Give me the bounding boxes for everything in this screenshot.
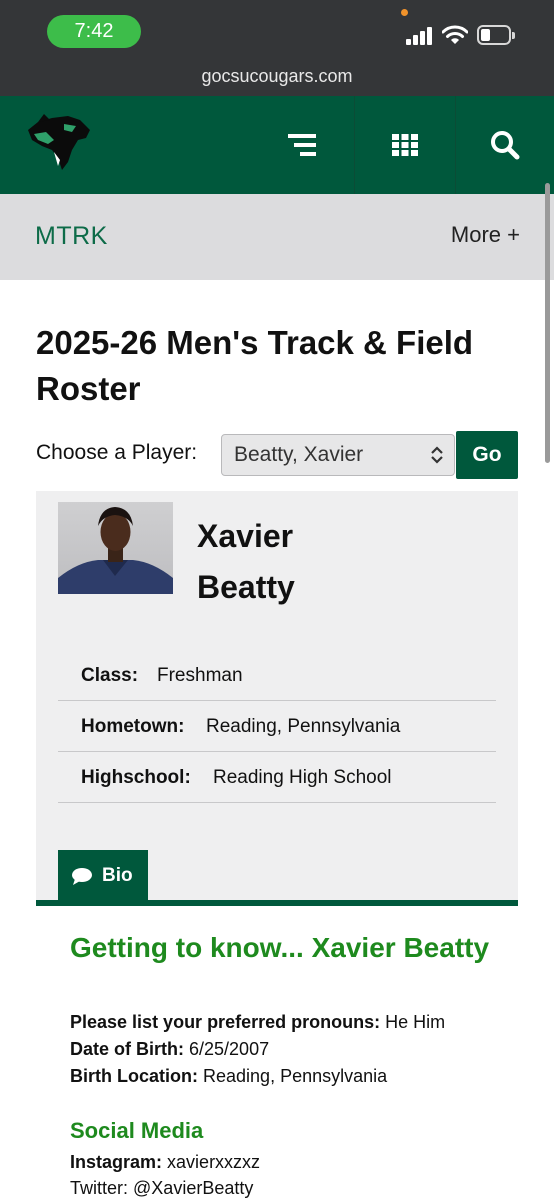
select-updown-icon <box>431 446 443 464</box>
wifi-icon <box>442 25 468 44</box>
bio-key: Date of Birth: <box>70 1039 184 1059</box>
site-header <box>0 96 554 194</box>
social-twitter: Twitter: @XavierBeatty <box>70 1178 253 1199</box>
bio-value: 6/25/2007 <box>189 1039 270 1059</box>
search-button[interactable] <box>455 96 554 194</box>
bio-line-dob: Date of Birth: 6/25/2007 <box>70 1039 269 1060</box>
attribute-label: Highschool: <box>81 767 191 788</box>
attribute-value: Freshman <box>157 665 243 686</box>
battery-icon <box>477 25 515 45</box>
sport-subnav: MTRK More + <box>0 194 554 280</box>
sport-label[interactable]: MTRK <box>35 222 108 251</box>
player-photo <box>58 502 173 594</box>
address-bar[interactable]: gocsucougars.com <box>0 60 554 96</box>
social-media-heading: Social Media <box>70 1118 204 1143</box>
bio-line-birth-location: Birth Location: Reading, Pennsylvania <box>70 1066 387 1087</box>
attribute-value: Reading High School <box>213 767 392 788</box>
status-bar: 7:42 <box>0 0 554 60</box>
player-select[interactable]: Beatty, Xavier <box>221 434 455 476</box>
bio-value: He Him <box>385 1012 446 1032</box>
bio-heading: Getting to know... Xavier Beatty <box>70 932 490 963</box>
tab-bio[interactable]: Bio <box>58 850 148 902</box>
search-icon <box>491 131 520 160</box>
bio-line-pronouns: Please list your preferred pronouns: He … <box>70 1012 445 1033</box>
cellular-signal-icon <box>406 27 434 45</box>
cougar-logo-icon[interactable] <box>24 110 94 174</box>
attribute-row-highschool: Highschool: Reading High School <box>58 752 496 803</box>
privacy-indicator-dot <box>401 9 408 16</box>
bio-key: Twitter: <box>70 1178 129 1198</box>
bio-value: xavierxxzxz <box>167 1152 261 1172</box>
apps-grid-button[interactable] <box>354 96 454 194</box>
bio-value: @XavierBeatty <box>133 1178 254 1198</box>
tab-bio-label: Bio <box>102 865 133 886</box>
menu-button[interactable] <box>252 96 352 194</box>
comment-icon <box>72 867 92 885</box>
status-time: 7:42 <box>47 15 141 48</box>
grid-icon <box>391 134 418 156</box>
attribute-row-hometown: Hometown: Reading, Pennsylvania <box>58 701 496 752</box>
social-instagram: Instagram: xavierxxzxz <box>70 1152 260 1173</box>
attribute-label: Class: <box>81 665 139 686</box>
bio-key: Instagram: <box>70 1152 163 1172</box>
player-last-name: Beatty <box>197 569 295 605</box>
page-title: 2025-26 Men's Track & Field Roster <box>36 324 474 407</box>
player-select-value: Beatty, Xavier <box>234 443 364 466</box>
tab-underline <box>36 900 518 906</box>
bio-key: Birth Location: <box>70 1066 198 1086</box>
player-first-name: Xavier <box>197 518 294 554</box>
attribute-label: Hometown: <box>81 716 185 737</box>
scrollbar[interactable] <box>545 183 550 463</box>
go-button[interactable]: Go <box>456 431 518 479</box>
attribute-value: Reading, Pennsylvania <box>206 716 401 737</box>
player-chooser-label: Choose a Player: <box>36 441 198 464</box>
bio-key: Please list your preferred pronouns: <box>70 1012 381 1032</box>
more-menu-button[interactable]: More + <box>451 222 520 248</box>
attribute-row-class: Class: Freshman <box>58 650 496 701</box>
bio-value: Reading, Pennsylvania <box>203 1066 388 1086</box>
menu-icon <box>288 134 316 156</box>
